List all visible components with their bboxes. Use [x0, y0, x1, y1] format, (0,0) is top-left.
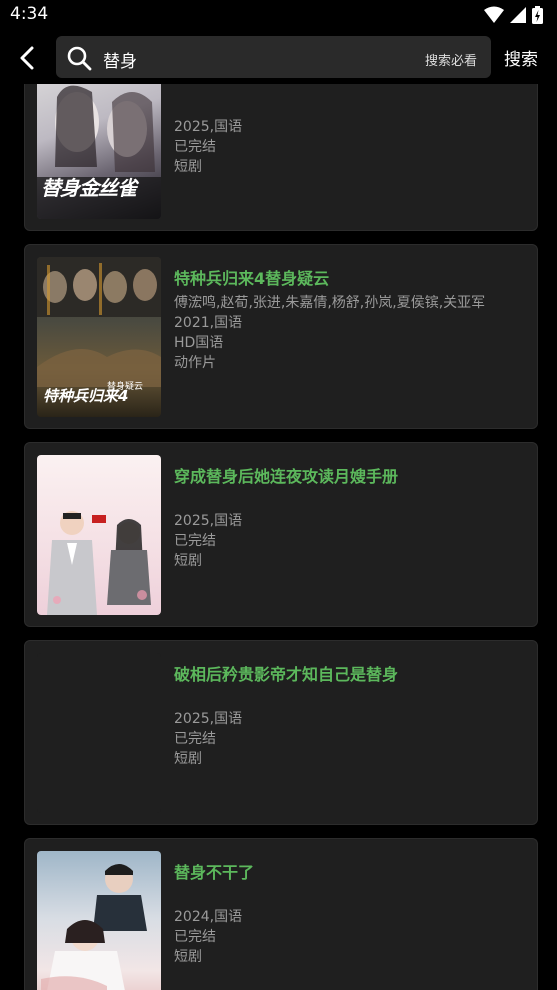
result-card[interactable]: 穿成替身后她连夜攻读月嫂手册 2025,国语 已完结 短剧: [24, 442, 538, 627]
poster-image: [37, 455, 161, 615]
poster-art: [41, 864, 147, 990]
result-genre: 动作片: [174, 355, 216, 371]
poster-image: 替身金丝雀: [37, 77, 161, 219]
result-status: 已完结: [174, 139, 216, 155]
search-button[interactable]: 搜索: [504, 45, 538, 70]
poster-title-text: 替身金丝雀: [41, 176, 137, 200]
result-year-lang: 2025,国语: [174, 513, 243, 529]
back-arrow-icon[interactable]: [14, 44, 42, 72]
result-year-lang: 2021,国语: [174, 315, 243, 331]
poster-image: 特种兵归来4 替身疑云: [37, 257, 161, 417]
result-card[interactable]: 特种兵归来4 替身疑云 特种兵归来4替身疑云 傅浤鸣,赵荀,张进,朱嘉倩,杨舒,…: [24, 244, 538, 429]
poster-subtitle-text: 替身疑云: [107, 382, 144, 392]
status-bar: 4:34: [0, 0, 557, 32]
result-genre: 短剧: [174, 949, 202, 965]
result-title[interactable]: 穿成替身后她连夜攻读月嫂手册: [174, 463, 398, 487]
search-query: 替身: [103, 52, 137, 72]
battery-icon: [532, 6, 543, 24]
poster-image-placeholder: [37, 653, 161, 813]
result-genre: 短剧: [174, 751, 202, 767]
result-status: 已完结: [174, 533, 216, 549]
status-time: 4:34: [10, 4, 49, 24]
search-hint[interactable]: 搜索必看: [425, 50, 477, 69]
result-genre: 短剧: [174, 553, 202, 569]
poster-image: [37, 851, 161, 990]
result-card[interactable]: 破相后矜贵影帝才知自己是替身 2025,国语 已完结 短剧: [24, 640, 538, 825]
result-title[interactable]: 替身不干了: [174, 859, 254, 883]
search-icon: [67, 46, 92, 71]
result-card[interactable]: 替身不干了 2024,国语 已完结 短剧: [24, 838, 538, 990]
result-title[interactable]: 破相后矜贵影帝才知自己是替身: [174, 661, 398, 685]
result-status: 已完结: [174, 929, 216, 945]
result-year-lang: 2025,国语: [174, 711, 243, 727]
search-input[interactable]: 替身 搜索必看: [56, 36, 491, 78]
result-genre: 短剧: [174, 159, 202, 175]
poster-art: [47, 511, 151, 615]
result-status: 已完结: [174, 731, 216, 747]
result-title[interactable]: 特种兵归来4替身疑云: [174, 265, 329, 289]
result-year-lang: 2025,国语: [174, 119, 243, 135]
result-year-lang: 2024,国语: [174, 909, 243, 925]
result-status: HD国语: [174, 335, 224, 351]
wifi-icon: [484, 6, 504, 23]
result-actors: 傅浤鸣,赵荀,张进,朱嘉倩,杨舒,孙岚,夏侯镔,关亚军: [174, 295, 486, 311]
top-bar: 替身 搜索必看 搜索: [0, 32, 557, 84]
status-icons: [484, 6, 543, 24]
signal-icon: [510, 7, 526, 23]
